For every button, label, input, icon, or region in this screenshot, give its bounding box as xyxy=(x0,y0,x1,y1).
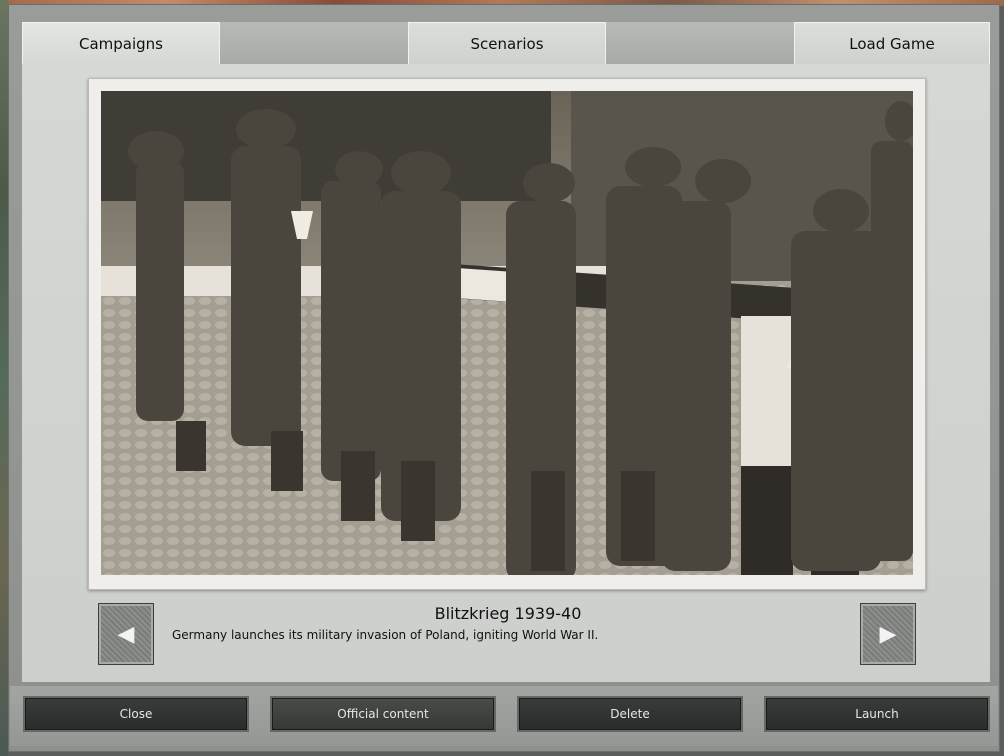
tab-scenarios[interactable]: Scenarios xyxy=(408,22,606,64)
tab-campaigns[interactable]: Campaigns xyxy=(22,22,220,64)
previous-campaign-button[interactable]: ◀ xyxy=(98,603,154,665)
campaign-photo-illustration xyxy=(101,91,913,575)
campaign-description: Germany launches its military invasion o… xyxy=(172,628,599,642)
official-content-button[interactable]: Official content xyxy=(270,696,496,732)
arrow-right-icon: ▶ xyxy=(879,621,897,647)
campaign-photo-frame xyxy=(88,78,926,590)
next-campaign-button[interactable]: ▶ xyxy=(860,603,916,665)
background-art-edge xyxy=(0,0,8,756)
tab-load-game[interactable]: Load Game xyxy=(794,22,990,64)
campaign-title: Blitzkrieg 1939-40 xyxy=(434,604,582,623)
close-button[interactable]: Close xyxy=(23,696,249,732)
arrow-left-icon: ◀ xyxy=(117,621,135,647)
campaign-photo xyxy=(101,91,913,575)
delete-button[interactable]: Delete xyxy=(517,696,743,732)
tab-bar: Campaigns Scenarios Load Game xyxy=(22,22,990,64)
launch-button[interactable]: Launch xyxy=(764,696,990,732)
